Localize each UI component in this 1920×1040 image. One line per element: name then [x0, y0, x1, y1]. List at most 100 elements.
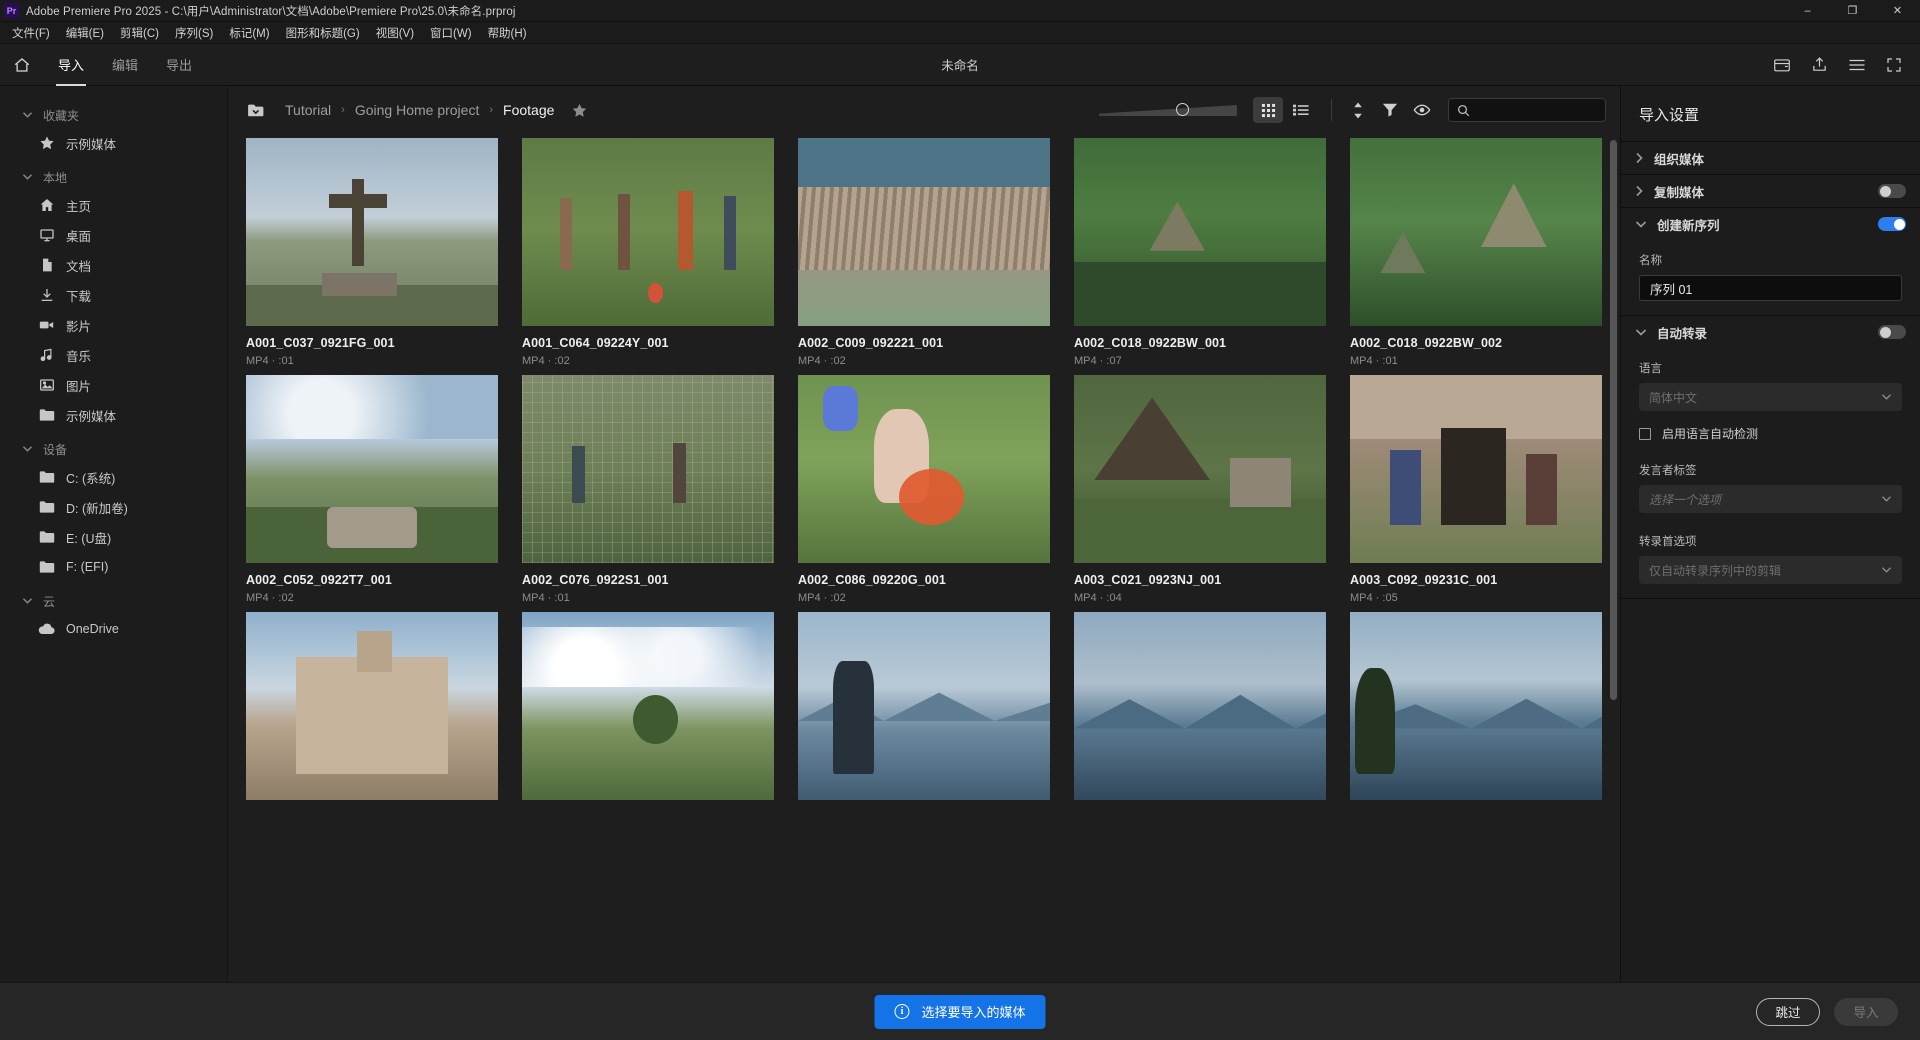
media-thumbnail[interactable] — [1350, 375, 1602, 563]
sidebar-item-1-1[interactable]: 桌面 — [0, 220, 227, 250]
media-card[interactable]: A003_C092_09231C_001 MP4 · :05 — [1350, 375, 1602, 604]
transcription-pref-select[interactable]: 仅自动转录序列中的剪辑 — [1639, 556, 1902, 584]
sidebar-item-1-2[interactable]: 文档 — [0, 250, 227, 280]
menu-icon[interactable] — [1848, 58, 1866, 72]
import-button[interactable]: 导入 — [1834, 997, 1898, 1026]
auto-detect-language-checkbox[interactable] — [1639, 427, 1651, 440]
menu-item-2[interactable]: 剪辑(C) — [112, 22, 167, 44]
menu-item-1[interactable]: 编辑(E) — [58, 22, 112, 44]
thumbnail-image — [1074, 612, 1326, 800]
section-create-sequence-header[interactable]: 创建新序列 — [1621, 208, 1920, 240]
sidebar-group-0[interactable]: 收藏夹 — [0, 102, 227, 128]
sidebar-item-2-2[interactable]: E: (U盘) — [0, 522, 227, 552]
menu-item-3[interactable]: 序列(S) — [167, 22, 221, 44]
media-card[interactable]: A003_C021_0923NJ_001 MP4 · :04 — [1074, 375, 1326, 604]
workspace-tab-0[interactable]: 导入 — [44, 44, 98, 86]
menu-item-0[interactable]: 文件(F) — [4, 22, 58, 44]
media-card[interactable]: A002_C076_0922S1_001 MP4 · :01 — [522, 375, 774, 604]
sidebar-item-1-7[interactable]: 示例媒体 — [0, 400, 227, 430]
media-thumbnail[interactable] — [246, 612, 498, 800]
media-grid-scrollbar[interactable] — [1610, 140, 1617, 976]
media-card[interactable]: A002_C018_0922BW_001 MP4 · :07 — [1074, 138, 1326, 367]
eye-icon[interactable] — [1408, 97, 1436, 123]
media-thumbnail[interactable] — [246, 375, 498, 563]
sidebar-item-1-4[interactable]: 影片 — [0, 310, 227, 340]
search-input[interactable] — [1477, 103, 1597, 117]
section-copy-media-header[interactable]: 复制媒体 — [1621, 175, 1920, 207]
workspace-tab-2[interactable]: 导出 — [152, 44, 206, 86]
breadcrumb-item-1[interactable]: Going Home project — [352, 100, 483, 120]
sidebar-item-0-0[interactable]: 示例媒体 — [0, 128, 227, 158]
menu-item-6[interactable]: 视图(V) — [368, 22, 422, 44]
media-thumbnail[interactable] — [798, 612, 1050, 800]
sidebar-group-3[interactable]: 云 — [0, 588, 227, 614]
speaker-select[interactable]: 选择一个选项 — [1639, 485, 1902, 513]
media-card[interactable] — [522, 612, 774, 815]
sidebar-item-1-3[interactable]: 下载 — [0, 280, 227, 310]
sidebar-item-2-0[interactable]: C: (系统) — [0, 462, 227, 492]
auto-transcribe-toggle[interactable] — [1878, 325, 1906, 339]
media-thumbnail[interactable] — [798, 138, 1050, 326]
scrollbar-thumb[interactable] — [1610, 140, 1617, 700]
breadcrumb-item-0[interactable]: Tutorial — [282, 100, 334, 120]
media-thumbnail[interactable] — [246, 138, 498, 326]
sidebar-item-2-3[interactable]: F: (EFI) — [0, 552, 227, 582]
media-thumbnail[interactable] — [1074, 138, 1326, 326]
sidebar-group-1[interactable]: 本地 — [0, 164, 227, 190]
skip-button[interactable]: 跳过 — [1756, 997, 1820, 1026]
sidebar-item-1-5[interactable]: 音乐 — [0, 340, 227, 370]
media-card[interactable]: A002_C009_092221_001 MP4 · :02 — [798, 138, 1050, 367]
folder-dropdown-icon[interactable] — [246, 100, 272, 120]
menu-item-7[interactable]: 窗口(W) — [422, 22, 480, 44]
fullscreen-icon[interactable] — [1886, 57, 1902, 73]
media-card[interactable] — [1074, 612, 1326, 815]
media-card[interactable]: A002_C018_0922BW_002 MP4 · :01 — [1350, 138, 1602, 367]
media-card[interactable]: A002_C086_09220G_001 MP4 · :02 — [798, 375, 1050, 604]
home-button[interactable] — [0, 44, 44, 86]
copy-media-toggle[interactable] — [1878, 184, 1906, 198]
sidebar-group-2[interactable]: 设备 — [0, 436, 227, 462]
media-thumbnail[interactable] — [1350, 612, 1602, 800]
section-auto-transcribe-header[interactable]: 自动转录 — [1621, 316, 1920, 348]
list-view-button[interactable] — [1286, 97, 1316, 123]
new-project-icon[interactable] — [1773, 57, 1791, 73]
menu-item-8[interactable]: 帮助(H) — [480, 22, 535, 44]
media-card[interactable] — [246, 612, 498, 815]
section-organize-media-header[interactable]: 组织媒体 — [1621, 142, 1920, 174]
share-icon[interactable] — [1811, 56, 1828, 73]
media-card[interactable]: A001_C064_09224Y_001 MP4 · :02 — [522, 138, 774, 367]
media-card[interactable] — [798, 612, 1050, 815]
sort-icon[interactable] — [1344, 97, 1372, 123]
thumbnail-zoom-slider[interactable] — [1099, 99, 1237, 121]
menu-item-5[interactable]: 图形和标题(G) — [278, 22, 368, 44]
media-thumbnail[interactable] — [522, 375, 774, 563]
media-card[interactable]: A001_C037_0921FG_001 MP4 · :01 — [246, 138, 498, 367]
grid-view-button[interactable] — [1253, 97, 1283, 123]
sidebar-item-2-1[interactable]: D: (新加卷) — [0, 492, 227, 522]
media-thumbnail[interactable] — [522, 138, 774, 326]
language-select[interactable]: 简体中文 — [1639, 383, 1902, 411]
auto-detect-language-row[interactable]: 启用语言自动检测 — [1639, 425, 1902, 442]
menu-item-4[interactable]: 标记(M) — [221, 22, 277, 44]
sidebar-item-1-6[interactable]: 图片 — [0, 370, 227, 400]
media-thumbnail[interactable] — [1074, 375, 1326, 563]
media-thumbnail[interactable] — [1350, 138, 1602, 326]
media-thumbnail[interactable] — [1074, 612, 1326, 800]
filter-icon[interactable] — [1376, 97, 1404, 123]
media-card[interactable]: A002_C052_0922T7_001 MP4 · :02 — [246, 375, 498, 604]
sequence-name-input[interactable]: 序列 01 — [1639, 275, 1902, 301]
search-box[interactable] — [1448, 98, 1606, 122]
workspace-tab-1[interactable]: 编辑 — [98, 44, 152, 86]
minimize-button[interactable]: – — [1785, 0, 1830, 22]
favorite-star-icon[interactable] — [571, 102, 588, 119]
sidebar-item-3-0[interactable]: OneDrive — [0, 614, 227, 644]
media-card[interactable] — [1350, 612, 1602, 815]
close-button[interactable]: ✕ — [1875, 0, 1920, 22]
maximize-button[interactable]: ❐ — [1830, 0, 1875, 22]
zoom-slider-handle[interactable] — [1176, 103, 1189, 116]
media-thumbnail[interactable] — [798, 375, 1050, 563]
media-thumbnail[interactable] — [522, 612, 774, 800]
sidebar-item-1-0[interactable]: 主页 — [0, 190, 227, 220]
breadcrumb-item-2[interactable]: Footage — [500, 100, 557, 120]
create-sequence-toggle[interactable] — [1878, 217, 1906, 231]
